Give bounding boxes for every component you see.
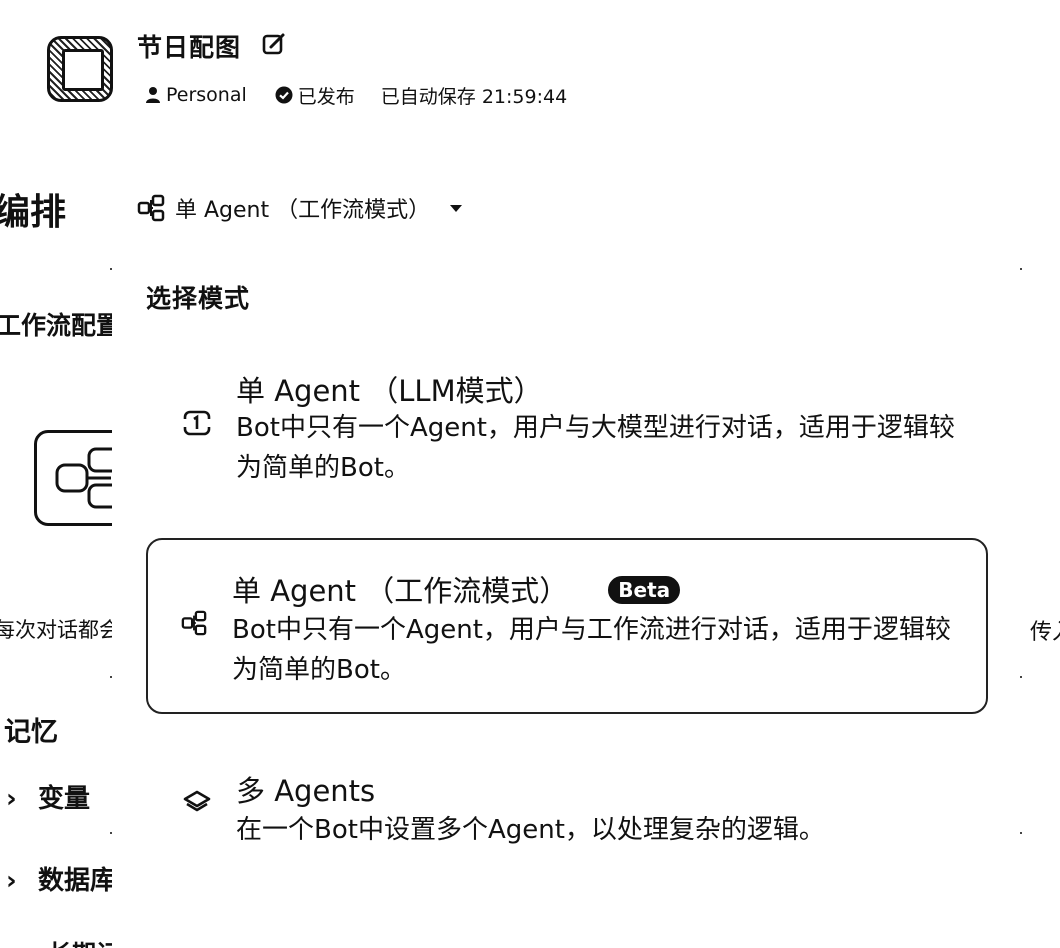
divider-tick bbox=[110, 832, 112, 834]
status-label: 已发布 bbox=[297, 85, 355, 108]
workflow-icon bbox=[137, 194, 165, 222]
mode-option-multi[interactable]: 多 Agents 在一个Bot中设置多个Agent，以处理复杂的逻辑。 bbox=[146, 760, 988, 860]
divider-tick bbox=[110, 268, 112, 270]
option-description: 在一个Bot中设置多个Agent，以处理复杂的逻辑。 bbox=[236, 815, 825, 845]
arrange-heading: 编排 bbox=[0, 192, 67, 233]
workflow-card[interactable] bbox=[34, 430, 112, 526]
edit-icon[interactable] bbox=[260, 30, 288, 58]
mode-option-llm[interactable]: 单 Agent （LLM模式） Bot中只有一个Agent，用户与大模型进行对话… bbox=[146, 360, 988, 500]
option-title-text: 单 Agent （工作流模式） bbox=[232, 574, 569, 608]
right-clipped-text: 传入 bbox=[1030, 620, 1060, 645]
divider-tick bbox=[110, 676, 112, 678]
database-label: 数据库 bbox=[38, 866, 112, 896]
mode-option-workflow[interactable]: 单 Agent （工作流模式） Beta Bot中只有一个Agent，用户与工作流… bbox=[146, 538, 988, 714]
each-turn-text: 每次对话都会 bbox=[0, 618, 112, 642]
option-title: 多 Agents bbox=[236, 774, 376, 808]
divider-tick bbox=[1020, 832, 1022, 834]
autosave-text: 已自动保存 21:59:44 bbox=[380, 85, 568, 108]
multi-agent-icon bbox=[183, 790, 211, 812]
workflow-card-icon bbox=[55, 447, 112, 509]
current-mode-label: 单 Agent （工作流模式） bbox=[175, 198, 431, 223]
long-memory-item[interactable]: 长期记忆 bbox=[48, 934, 112, 948]
divider-tick bbox=[1020, 676, 1022, 678]
beta-badge: Beta bbox=[608, 576, 681, 604]
choose-mode-heading: 选择模式 bbox=[146, 284, 251, 313]
workspace-chip: Personal bbox=[145, 84, 247, 106]
chevron-right-icon: › bbox=[6, 866, 17, 896]
left-panel: 编排 工作流配置 每次对话都会 记忆 › 变量 › 数据库 长期记忆 bbox=[0, 0, 112, 948]
variables-label: 变量 bbox=[38, 784, 91, 814]
chevron-right-icon: › bbox=[6, 784, 17, 814]
memory-heading: 记忆 bbox=[4, 717, 58, 748]
workflow-icon bbox=[181, 610, 207, 636]
workspace-label: Personal bbox=[166, 84, 247, 106]
agent-mode-dropdown[interactable]: 单 Agent （工作流模式） bbox=[137, 192, 463, 224]
check-circle-icon bbox=[275, 86, 293, 104]
caret-down-icon bbox=[450, 204, 463, 212]
bot-name: 节日配图 bbox=[137, 33, 242, 62]
workflow-config-heading: 工作流配置 bbox=[0, 311, 112, 340]
variables-item[interactable]: › 变量 bbox=[6, 778, 90, 815]
divider-tick bbox=[1020, 268, 1022, 270]
option-title: 单 Agent （LLM模式） bbox=[236, 374, 543, 408]
bot-meta: Personal 已发布 已自动保存 21:59:44 bbox=[145, 82, 568, 109]
database-item[interactable]: › 数据库 bbox=[6, 860, 112, 897]
single-agent-icon bbox=[182, 410, 212, 436]
option-description: Bot中只有一个Agent，用户与工作流进行对话，适用于逻辑较为简单的Bot。 bbox=[232, 615, 951, 685]
publish-status: 已发布 bbox=[275, 82, 355, 109]
user-icon bbox=[146, 87, 160, 103]
option-title: 单 Agent （工作流模式） Beta bbox=[232, 568, 681, 610]
option-description: Bot中只有一个Agent，用户与大模型进行对话，适用于逻辑较为简单的Bot。 bbox=[236, 413, 955, 483]
